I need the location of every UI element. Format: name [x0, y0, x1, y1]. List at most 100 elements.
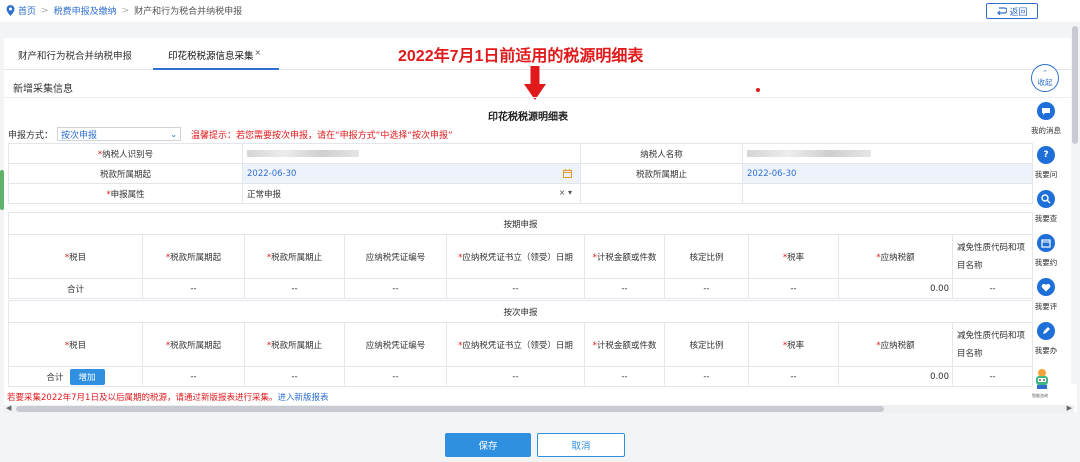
- per-time-band-title: 按次申报: [7, 300, 1034, 323]
- collapse-label: 收起: [1037, 78, 1053, 87]
- table-cell: --: [951, 366, 1034, 387]
- back-button-label: 返回: [1009, 7, 1028, 18]
- table-row-total: 合计 增加 -- -- -- -- -- -- -- 0.00 --: [8, 366, 1034, 387]
- rail-item-label: 我要评: [1034, 302, 1058, 311]
- col-tax-item: *税目: [8, 234, 143, 279]
- col-voucher-no: 应纳税凭证编号: [344, 322, 447, 367]
- period-start-field[interactable]: 2022-06-30: [242, 163, 581, 184]
- total-label: 合计: [8, 278, 143, 299]
- notice-text: 若要采集2022年7月1日及以后属期的税源，请通过新版报表进行采集。: [7, 393, 278, 403]
- empty-cell: [580, 183, 743, 204]
- empty-cell: [742, 183, 1033, 204]
- rail-item-review[interactable]: 我要评: [1026, 278, 1066, 312]
- tab-close-icon[interactable]: ×: [255, 48, 262, 57]
- chevron-down-icon: ⌄: [170, 129, 178, 139]
- rail-item-label: 我要问: [1034, 170, 1058, 179]
- tab-stamp-tax-collection[interactable]: 印花税税源信息采集×: [168, 48, 261, 62]
- table-cell: --: [584, 278, 665, 299]
- rail-item-label: 我要约: [1034, 258, 1058, 267]
- rail-item-label: 我要办: [1034, 346, 1058, 355]
- new-report-notice: 若要采集2022年7月1日及以后属期的税源，请通过新版报表进行采集。进入新版报表: [7, 391, 328, 403]
- taxpayer-id-field: [242, 143, 581, 164]
- calendar-icon[interactable]: [563, 169, 572, 178]
- col-period-start: *税款所属期起: [142, 234, 245, 279]
- table-row: 按期申报: [7, 212, 1034, 235]
- form-title: 印花税税源明细表: [488, 112, 568, 123]
- return-icon: [997, 7, 1008, 15]
- scrollbar-thumb[interactable]: [16, 406, 884, 412]
- section-title: 新增采集信息: [13, 84, 73, 95]
- filing-mode-tip: 温馨提示：若您需要按次申报，请在“申报方式”中选择“按次申报”: [191, 130, 453, 141]
- side-drag-handle[interactable]: [0, 170, 4, 210]
- divider: [4, 97, 1077, 98]
- taxpayer-name-label: 纳税人名称: [580, 143, 743, 164]
- breadcrumb: 首页 > 税费申报及缴纳 > 财产和行为税合并纳税申报: [6, 4, 242, 17]
- vertical-scrollbar[interactable]: [1071, 22, 1079, 384]
- rail-item-handle[interactable]: 我要办: [1026, 322, 1066, 356]
- scrollbar-thumb[interactable]: [1072, 26, 1078, 144]
- period-start-value: 2022-06-30: [247, 168, 297, 179]
- rail-item-ask[interactable]: ? 我要问: [1026, 146, 1066, 180]
- collapse-rail-button[interactable]: ⌃ 收起: [1031, 64, 1059, 92]
- table-row: *申报属性 正常申报 × ▾: [8, 183, 1033, 204]
- taxpayer-info-table: *纳税人识别号 纳税人名称 税款所属期起 2022-06-30 税款所属期止 2…: [8, 143, 1033, 204]
- top-bar: 首页 > 税费申报及缴纳 > 财产和行为税合并纳税申报 返回: [0, 0, 1080, 22]
- rail-item-appointment[interactable]: 我要约: [1026, 234, 1066, 268]
- active-tab-indicator: [153, 68, 279, 70]
- breadcrumb-home[interactable]: 首页: [18, 4, 36, 17]
- new-report-link[interactable]: 进入新版报表: [277, 393, 328, 403]
- table-cell: --: [344, 366, 447, 387]
- table-header-row: *税目 *税款所属期起 *税款所属期止 应纳税凭证编号 *应纳税凭证书立（领受）…: [8, 234, 1034, 279]
- pencil-icon: [1037, 322, 1055, 340]
- col-taxable-amount: *计税金额或件数: [584, 234, 665, 279]
- robot-icon: [1036, 369, 1048, 389]
- table-cell: --: [446, 366, 585, 387]
- table-cell: --: [244, 278, 345, 299]
- filing-mode-select[interactable]: 按次申报 ⌄: [57, 127, 182, 141]
- table-row-total: 合计 -- -- -- -- -- -- -- 0.00 --: [8, 278, 1034, 299]
- col-relief-code: 减免性质代码和项目名称: [951, 234, 1034, 279]
- add-row-button[interactable]: 增加: [69, 368, 105, 385]
- table-row: 按次申报: [7, 300, 1034, 323]
- filing-attribute-value: 正常申报: [247, 189, 282, 200]
- robot-assistant-icon[interactable]: 智能咨询: [1032, 368, 1052, 398]
- marker-dot: [756, 88, 760, 92]
- scroll-left-icon[interactable]: ◀: [6, 404, 11, 412]
- filing-attribute-select[interactable]: 正常申报 × ▾: [242, 183, 581, 204]
- breadcrumb-tax-filing[interactable]: 税费申报及缴纳: [54, 4, 117, 17]
- table-header-row: *税目 *税款所属期起 *税款所属期止 应纳税凭证编号 *应纳税凭证书立（领受）…: [8, 322, 1034, 367]
- table-cell: --: [748, 366, 839, 387]
- col-voucher-no: 应纳税凭证编号: [344, 234, 447, 279]
- col-assessed-ratio: 核定比例: [664, 234, 749, 279]
- cancel-button[interactable]: 取消: [537, 433, 625, 457]
- filing-mode-label: 申报方式：: [8, 130, 54, 141]
- save-button[interactable]: 保存: [445, 433, 531, 457]
- col-relief-code: 减免性质代码和项目名称: [951, 322, 1034, 367]
- table-cell: --: [584, 366, 665, 387]
- table-cell: --: [446, 278, 585, 299]
- table-cell-amount: 0.00: [838, 278, 953, 299]
- breadcrumb-separator: >: [121, 5, 130, 16]
- location-pin-icon: [6, 5, 15, 16]
- heart-icon: [1037, 278, 1055, 296]
- period-start-label: 税款所属期起: [8, 163, 243, 184]
- redacted-value: [747, 149, 871, 157]
- rail-item-search[interactable]: 我要查: [1026, 190, 1066, 224]
- table-cell: --: [142, 278, 245, 299]
- total-label: 合计: [46, 372, 64, 383]
- table-row: 税款所属期起 2022-06-30 税款所属期止 2022-06-30: [8, 163, 1033, 184]
- tab-combined-filing[interactable]: 财产和行为税合并纳税申报: [18, 48, 132, 62]
- clear-and-dropdown-icon[interactable]: × ▾: [559, 188, 572, 197]
- chevron-up-icon: ⌃: [1042, 69, 1048, 77]
- scroll-right-icon[interactable]: ▶: [1067, 404, 1072, 412]
- taxpayer-id-label: *纳税人识别号: [8, 143, 243, 164]
- search-icon: [1037, 190, 1055, 208]
- back-button[interactable]: 返回: [986, 3, 1038, 19]
- period-end-field[interactable]: 2022-06-30: [742, 163, 1033, 184]
- table-cell: --: [244, 366, 345, 387]
- col-tax-rate: *税率: [748, 322, 839, 367]
- redacted-value: [247, 149, 359, 157]
- horizontal-scrollbar[interactable]: ◀ ▶: [4, 404, 1074, 413]
- periodic-filing-table: 按期申报 *税目 *税款所属期起 *税款所属期止 应纳税凭证编号 *应纳税凭证书…: [7, 212, 1034, 299]
- rail-item-messages[interactable]: 我的消息: [1026, 102, 1066, 136]
